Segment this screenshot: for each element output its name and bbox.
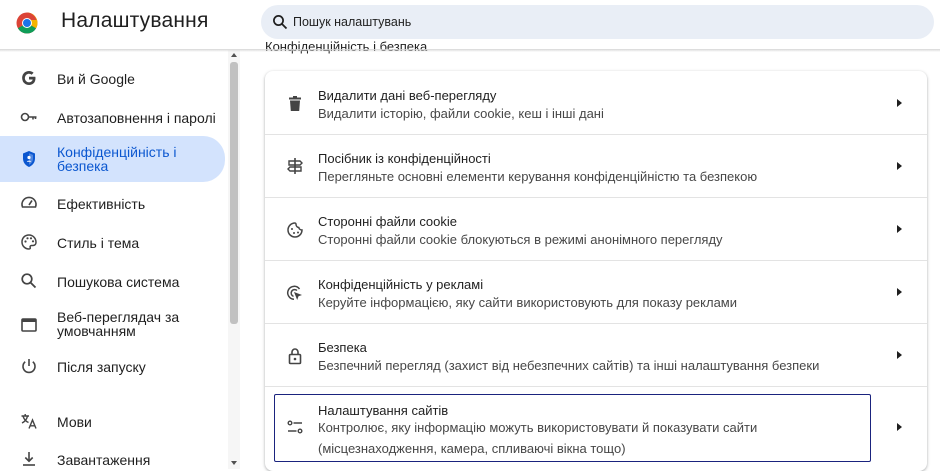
sidebar: Ви й Google Автозаповнення і паролі Конф… [0,50,228,469]
sidebar-item-appearance[interactable]: Стиль і тема [0,227,225,257]
arrow-right-icon [897,162,902,170]
row-title: Конфіденційність у рекламі [318,277,484,292]
sidebar-item-languages[interactable]: Мови [0,406,225,436]
site-settings-highlight [274,394,871,462]
row-title: Посібник із конфіденційності [318,151,491,166]
sidebar-item-label: Ефективність [57,196,146,212]
row-subtitle: Керуйте інформацією, яку сайти використо… [318,295,738,310]
arrow-right-icon [897,99,902,107]
settings-row-ad-privacy[interactable]: Конфіденційність у рекламі Керуйте інфор… [265,260,927,323]
sidebar-item-search-engine[interactable]: Пошукова система [0,266,225,296]
arrow-right-icon [897,288,902,296]
sidebar-item-on-startup[interactable]: Після запуску [0,351,225,381]
page-title: Налаштування [61,9,209,32]
row-title: Сторонні файли cookie [318,214,457,229]
sidebar-item-label: Пошукова система [57,274,180,290]
settings-row-privacy-guide[interactable]: Посібник із конфіденційності Перегляньте… [265,134,927,197]
row-subtitle: Видалити історію, файли cookie, кеш і ін… [318,106,604,121]
settings-row-third-party-cookies[interactable]: Сторонні файли cookie Сторонні файли coo… [265,197,927,260]
download-icon [23,452,35,466]
scroll-down-arrow-icon[interactable] [229,459,239,467]
sidebar-item-label: Ви й Google [57,71,135,87]
row-subtitle: Сторонні файли cookie блокуються в режим… [318,232,723,247]
app-header: Налаштування Пошук налаштувань [0,0,940,50]
search-icon [21,273,37,289]
sidebar-item-label: Завантаження [57,452,151,468]
sidebar-item-label: Мови [57,414,92,430]
power-icon [22,359,36,374]
row-divider [265,260,927,261]
chrome-logo-icon [16,12,38,34]
row-divider [265,386,927,387]
shield-icon [23,151,35,167]
row-divider [265,134,927,135]
lock-icon [288,348,302,365]
cookie-icon [287,222,303,238]
row-title: Видалити дані веб-перегляду [318,88,497,103]
row-title: Безпека [318,340,367,355]
translate-icon [21,414,37,429]
sidebar-item-autofill[interactable]: Автозаповнення і паролі [0,102,225,132]
search-input[interactable]: Пошук налаштувань [261,5,934,39]
google-g-icon [22,71,36,85]
header-shadow [0,49,940,52]
sidebar-item-privacy[interactable]: Конфіденційність і безпека [0,136,225,182]
palette-icon [21,234,37,250]
sidebar-item-label: Стиль і тема [57,235,140,251]
browser-window-icon [21,318,37,332]
sidebar-item-label: Автозаповнення і паролі [57,110,216,126]
row-divider [265,197,927,198]
sidebar-item-you-and-google[interactable]: Ви й Google [0,64,225,94]
search-icon [273,15,288,30]
arrow-right-icon [897,351,902,359]
arrow-right-icon [897,423,902,431]
sidebar-item-performance[interactable]: Ефективність [0,188,225,218]
trash-icon [289,96,301,111]
settings-row-clear-browsing-data[interactable]: Видалити дані веб-перегляду Видалити іст… [265,71,927,134]
sidebar-item-downloads[interactable]: Завантаження [0,446,225,469]
speedometer-icon [21,196,37,208]
search-placeholder: Пошук налаштувань [293,15,412,29]
row-subtitle: Безпечний перегляд (захист від небезпечн… [318,358,820,373]
sidebar-item-label: Веб-переглядач за умовчанням [57,309,180,339]
sidebar-item-label: Конфіденційність і безпека [57,144,177,174]
scroll-up-arrow-icon[interactable] [229,51,239,59]
signpost-icon [287,158,303,174]
settings-row-security[interactable]: Безпека Безпечний перегляд (захист від н… [265,323,927,386]
key-icon [20,112,37,122]
sidebar-item-label: Після запуску [57,359,146,375]
scrollbar-thumb[interactable] [230,62,238,324]
sidebar-item-default-browser[interactable]: Веб-переглядач за умовчанням [0,302,225,346]
ad-privacy-icon [286,285,302,301]
row-divider [265,323,927,324]
arrow-right-icon [897,225,902,233]
row-subtitle: Перегляньте основні елементи керування к… [318,169,758,184]
